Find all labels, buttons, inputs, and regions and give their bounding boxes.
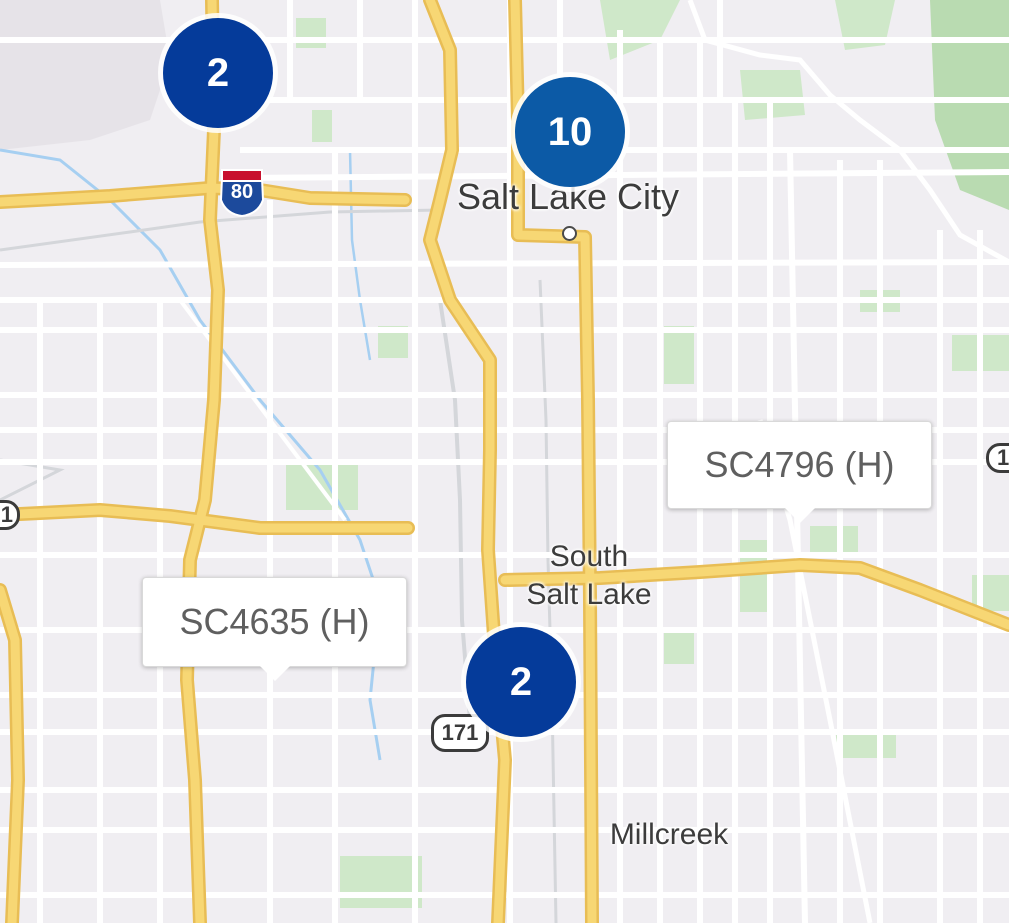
great-salt-lake-area <box>0 0 170 150</box>
cluster-marker-northwest[interactable]: 2 <box>163 18 273 128</box>
place-label-millcreek: Millcreek <box>609 818 729 851</box>
cluster-marker-south[interactable]: 2 <box>466 627 576 737</box>
city-center-dot-icon <box>562 226 577 241</box>
park-area <box>296 18 326 48</box>
rail-line <box>0 208 441 252</box>
park-area <box>340 856 422 908</box>
station-callout-sc4635[interactable]: SC4635 (H) <box>142 577 407 681</box>
cluster-marker-downtown[interactable]: 10 <box>515 77 625 187</box>
rail-line <box>438 299 472 721</box>
park-area <box>810 526 858 556</box>
interstate-80-shield-icon <box>219 169 265 218</box>
map-canvas[interactable]: 80 171 01 1 Salt Lake City South Salt La… <box>0 0 1009 923</box>
park-area <box>312 110 332 142</box>
park-area <box>664 326 694 384</box>
park-area <box>740 540 768 612</box>
foothill-park <box>600 0 680 60</box>
station-callout-sc4796[interactable]: SC4796 (H) <box>667 421 932 523</box>
place-label-south-salt-lake-line2: Salt Lake <box>526 578 652 611</box>
mountain-terrain <box>930 0 1009 210</box>
route-shield-east-partial: 1 <box>986 443 1009 473</box>
rail-line <box>0 458 65 502</box>
park-area <box>664 630 694 664</box>
place-label-south-salt-lake-line1: South <box>549 540 629 573</box>
